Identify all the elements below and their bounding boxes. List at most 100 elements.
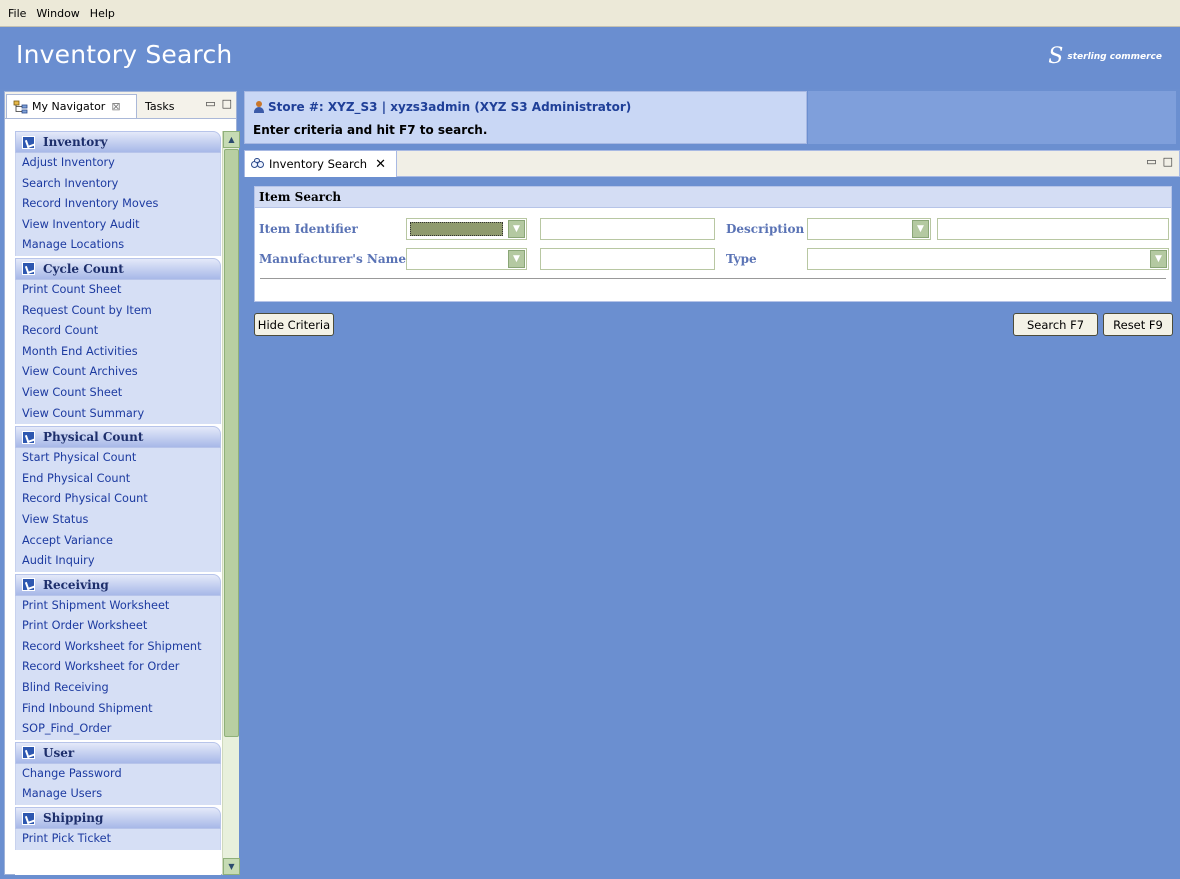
- tab-my-navigator[interactable]: My Navigator ⊠: [6, 94, 137, 118]
- manufacturer-qualifier-select[interactable]: ▼: [406, 248, 527, 270]
- nav-link-search-inventory[interactable]: Search Inventory: [16, 174, 220, 195]
- nav-section-title: User: [43, 745, 75, 760]
- chevron-down-icon[interactable]: ▼: [508, 250, 525, 268]
- nav-link-accept-variance[interactable]: Accept Variance: [16, 531, 220, 552]
- nav-section-header-inventory[interactable]: Inventory: [15, 131, 221, 153]
- nav-section-cycle-count: Cycle Count Print Count Sheet Request Coun…: [15, 257, 221, 425]
- nav-section-header-shipping[interactable]: Shipping: [15, 807, 221, 830]
- nav-link-start-physical-count[interactable]: Start Physical Count: [16, 448, 220, 469]
- tab-inventory-search-label: Inventory Search: [269, 157, 368, 171]
- scroll-down-button[interactable]: ▼: [223, 858, 240, 875]
- nav-link-record-worksheet-for-shipment[interactable]: Record Worksheet for Shipment: [16, 637, 220, 658]
- nav-link-adjust-inventory[interactable]: Adjust Inventory: [16, 153, 220, 174]
- editor-tabs: Inventory Search ✕ ▭ □: [244, 150, 1180, 177]
- nav-link-end-physical-count[interactable]: End Physical Count: [16, 469, 220, 490]
- nav-link-change-password[interactable]: Change Password: [16, 764, 220, 785]
- nav-link-print-order-worksheet[interactable]: Print Order Worksheet: [16, 616, 220, 637]
- tab-inventory-search[interactable]: Inventory Search ✕: [245, 151, 397, 177]
- nav-section-items: Adjust Inventory Search Inventory Record I…: [15, 153, 221, 256]
- nav-section-title: Cycle Count: [43, 261, 124, 276]
- store-text: Store #: XYZ_S3 | xyzs3admin (XYZ S3 Adm…: [268, 100, 632, 114]
- reset-button[interactable]: Reset F9: [1103, 313, 1173, 336]
- nav-link-record-inventory-moves[interactable]: Record Inventory Moves: [16, 194, 220, 215]
- search-hint: Enter criteria and hit F7 to search.: [253, 123, 488, 137]
- nav-link-record-worksheet-for-order[interactable]: Record Worksheet for Order: [16, 657, 220, 678]
- nav-link-view-count-summary[interactable]: View Count Summary: [16, 404, 220, 425]
- nav-link-print-count-sheet[interactable]: Print Count Sheet: [16, 280, 220, 301]
- maximize-icon[interactable]: □: [222, 97, 232, 110]
- nav-link-print-pick-ticket[interactable]: Print Pick Ticket: [16, 829, 220, 850]
- section-check-icon: [22, 430, 35, 444]
- section-check-icon: [22, 746, 35, 760]
- nav-link-view-count-archives[interactable]: View Count Archives: [16, 362, 220, 383]
- navigator-tree-icon: [13, 100, 28, 113]
- search-button[interactable]: Search F7: [1013, 313, 1098, 336]
- brand-name: sterling commerce: [1067, 52, 1162, 62]
- nav-section-physical-count: Physical Count Start Physical Count End Ph…: [15, 426, 221, 572]
- nav-link-audit-inquiry[interactable]: Audit Inquiry: [16, 551, 220, 572]
- selected-value-highlight: [410, 222, 503, 236]
- nav-section-title: Shipping: [43, 811, 104, 826]
- scroll-up-button[interactable]: ▲: [223, 131, 240, 148]
- tab-my-navigator-label: My Navigator: [32, 100, 106, 113]
- nav-section-header-receiving[interactable]: Receiving: [15, 573, 221, 596]
- section-check-icon: [22, 262, 35, 276]
- menu-help[interactable]: Help: [90, 7, 115, 20]
- nav-section-header-physical-count[interactable]: Physical Count: [15, 426, 221, 449]
- description-qualifier-select[interactable]: ▼: [807, 218, 931, 240]
- close-icon[interactable]: ⊠: [111, 100, 120, 113]
- manufacturer-label: Manufacturer's Name: [259, 252, 406, 266]
- nav-link-manage-locations[interactable]: Manage Locations: [16, 235, 220, 256]
- menu-window[interactable]: Window: [36, 7, 79, 20]
- navigator-scrollbar[interactable]: ▲ ▼: [222, 131, 240, 875]
- chevron-down-icon[interactable]: ▼: [508, 220, 525, 238]
- user-icon: [253, 101, 265, 113]
- nav-link-record-physical-count[interactable]: Record Physical Count: [16, 489, 220, 510]
- description-label: Description: [726, 222, 805, 236]
- nav-section-items: Print Shipment Worksheet Print Order Work…: [15, 595, 221, 740]
- nav-link-view-inventory-audit[interactable]: View Inventory Audit: [16, 215, 220, 236]
- brand-logo: S sterling commerce: [1048, 44, 1162, 69]
- chevron-down-icon[interactable]: ▼: [1150, 250, 1167, 268]
- nav-link-view-count-sheet[interactable]: View Count Sheet: [16, 383, 220, 404]
- divider: [260, 278, 1166, 279]
- minimize-icon[interactable]: ▭: [205, 97, 215, 110]
- scroll-thumb[interactable]: [224, 149, 239, 737]
- minimize-icon[interactable]: ▭: [1146, 155, 1156, 168]
- item-search-panel: Item Search Item Identifier ▼ Descriptio…: [254, 186, 1172, 302]
- nav-link-view-status[interactable]: View Status: [16, 510, 220, 531]
- menu-file[interactable]: File: [8, 7, 26, 20]
- nav-link-print-shipment-worksheet[interactable]: Print Shipment Worksheet: [16, 596, 220, 617]
- item-search-title: Item Search: [255, 187, 1171, 208]
- type-label: Type: [726, 252, 757, 266]
- navigator-body: Inventory Adjust Inventory Search Inventor…: [10, 131, 240, 875]
- nav-section-header-user[interactable]: User: [15, 741, 221, 764]
- item-identifier-qualifier-select[interactable]: ▼: [406, 218, 527, 240]
- brand-swirl-icon: S: [1048, 44, 1064, 69]
- manufacturer-input[interactable]: [540, 248, 715, 270]
- nav-section-items: Print Count Sheet Request Count by Item Re…: [15, 279, 221, 425]
- nav-link-request-count-by-item[interactable]: Request Count by Item: [16, 301, 220, 322]
- navigator-panel: My Navigator ⊠ Tasks ▭ □ Inventory Adjust…: [4, 91, 240, 875]
- tab-tasks[interactable]: Tasks: [139, 94, 185, 118]
- maximize-icon[interactable]: □: [1163, 155, 1173, 168]
- nav-section-header-cycle-count[interactable]: Cycle Count: [15, 257, 221, 280]
- editor-window-controls: ▭ □: [1146, 155, 1173, 168]
- tab-tasks-label: Tasks: [145, 99, 175, 113]
- chevron-down-icon[interactable]: ▼: [912, 220, 929, 238]
- app-title: Inventory Search: [16, 40, 233, 69]
- item-identifier-input[interactable]: [540, 218, 715, 240]
- close-tab-icon[interactable]: ✕: [375, 157, 386, 172]
- type-select[interactable]: ▼: [807, 248, 1169, 270]
- menu-bar: File Window Help: [0, 0, 1180, 27]
- nav-link-manage-users[interactable]: Manage Users: [16, 784, 220, 805]
- navigator-list: Inventory Adjust Inventory Search Inventor…: [15, 131, 221, 875]
- nav-link-find-inbound-shipment[interactable]: Find Inbound Shipment: [16, 699, 220, 720]
- nav-section-title: Physical Count: [43, 430, 144, 445]
- hide-criteria-button[interactable]: Hide Criteria: [254, 313, 334, 336]
- description-input[interactable]: [937, 218, 1169, 240]
- nav-link-blind-receiving[interactable]: Blind Receiving: [16, 678, 220, 699]
- nav-link-month-end-activities[interactable]: Month End Activities: [16, 342, 220, 363]
- nav-link-record-count[interactable]: Record Count: [16, 321, 220, 342]
- nav-link-sop-find-order[interactable]: SOP_Find_Order: [16, 719, 220, 740]
